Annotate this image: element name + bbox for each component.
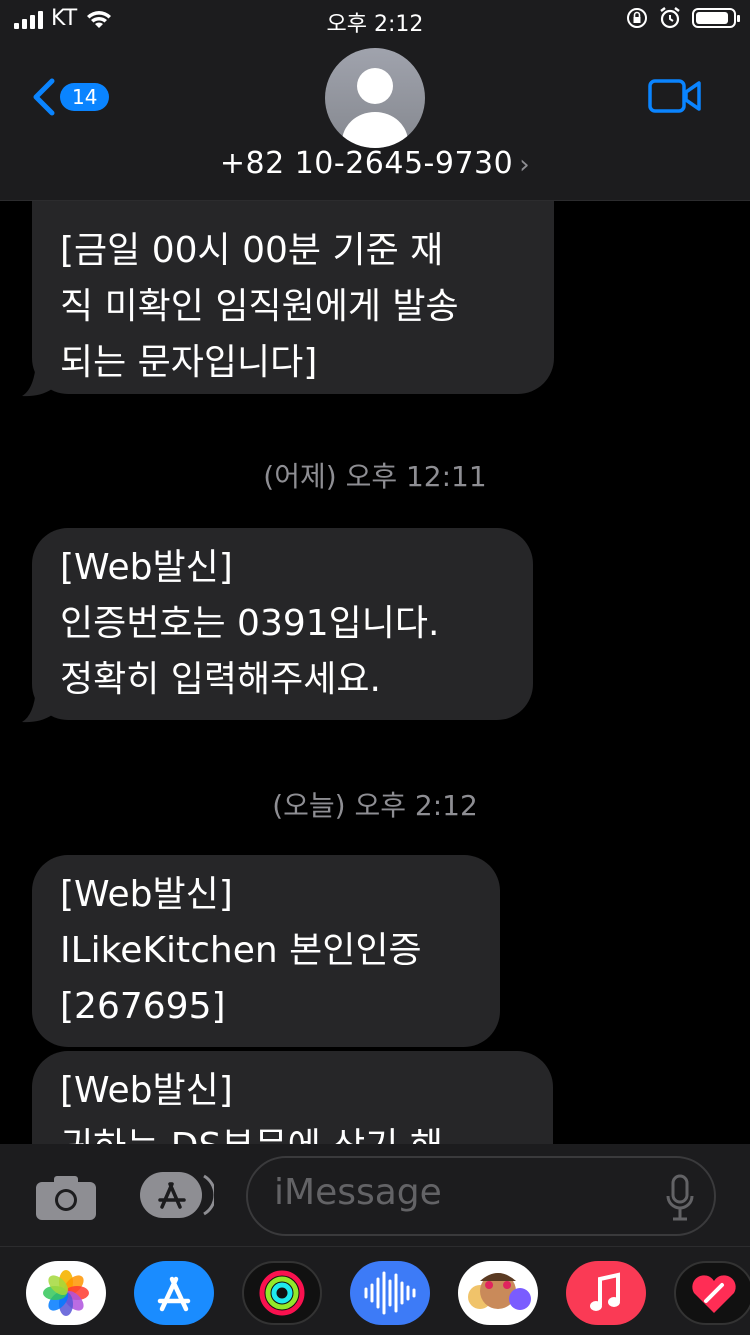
message-bubble-3[interactable]: [Web발신] ILikeKitchen 본인인증 [267695] xyxy=(32,855,500,1047)
app-store-drawer-icon[interactable] xyxy=(138,1170,214,1220)
activity-app-icon[interactable] xyxy=(242,1261,322,1325)
timestamp-yesterday: (어제) 오후 12:11 xyxy=(263,460,487,493)
status-bar: KT 오후 2:12 xyxy=(0,0,750,40)
bubble-tail xyxy=(22,689,52,723)
message-placeholder: iMessage xyxy=(274,1172,442,1213)
camera-icon[interactable] xyxy=(36,1174,96,1220)
avatar-body xyxy=(342,112,408,148)
app-drawer xyxy=(0,1246,750,1335)
back-button[interactable]: 14 xyxy=(30,78,110,116)
memoji-app-icon[interactable] xyxy=(458,1261,538,1325)
battery-icon xyxy=(692,8,740,28)
message-thread[interactable]: [금일 00시 00분 기준 재 직 미확인 임직원에게 발송 되는 문자입니다… xyxy=(0,201,750,1144)
compose-bar: iMessage xyxy=(0,1144,750,1246)
alarm-icon xyxy=(660,7,680,29)
status-right xyxy=(626,6,740,30)
contact-number: +82 10-2645-9730 xyxy=(219,146,514,181)
message-bubble-2[interactable]: [Web발신] 인증번호는 0391입니다. 정확히 입력해주세요. xyxy=(32,528,533,720)
bubble-tail xyxy=(22,363,52,397)
music-app-icon[interactable] xyxy=(566,1261,646,1325)
contact-avatar[interactable] xyxy=(325,48,425,148)
back-chevron-icon xyxy=(33,78,55,116)
app-store-app-icon[interactable] xyxy=(134,1261,214,1325)
timestamp-today: (오늘) 오후 2:12 xyxy=(272,789,478,822)
contact-name-button[interactable]: +82 10-2645-9730 › xyxy=(0,146,750,181)
chevron-right-icon: › xyxy=(519,150,531,180)
message-bubble-1[interactable]: [금일 00시 00분 기준 재 직 미확인 임직원에게 발송 되는 문자입니다… xyxy=(32,201,554,394)
message-input[interactable]: iMessage xyxy=(246,1156,716,1236)
photos-app-icon[interactable] xyxy=(26,1261,106,1325)
message-bubble-4[interactable]: [Web발신] 귀하는 DS부문에 상기 해 xyxy=(32,1051,553,1144)
microphone-icon[interactable] xyxy=(666,1174,694,1222)
orientation-lock-icon xyxy=(627,8,647,28)
video-call-icon[interactable] xyxy=(648,78,702,114)
unread-count-badge: 14 xyxy=(60,83,110,111)
audio-message-app-icon[interactable] xyxy=(350,1261,430,1325)
conversation-header: 14 +82 10-2645-9730 › xyxy=(0,40,750,201)
digital-touch-app-icon[interactable] xyxy=(674,1261,750,1325)
avatar-head xyxy=(357,68,393,104)
